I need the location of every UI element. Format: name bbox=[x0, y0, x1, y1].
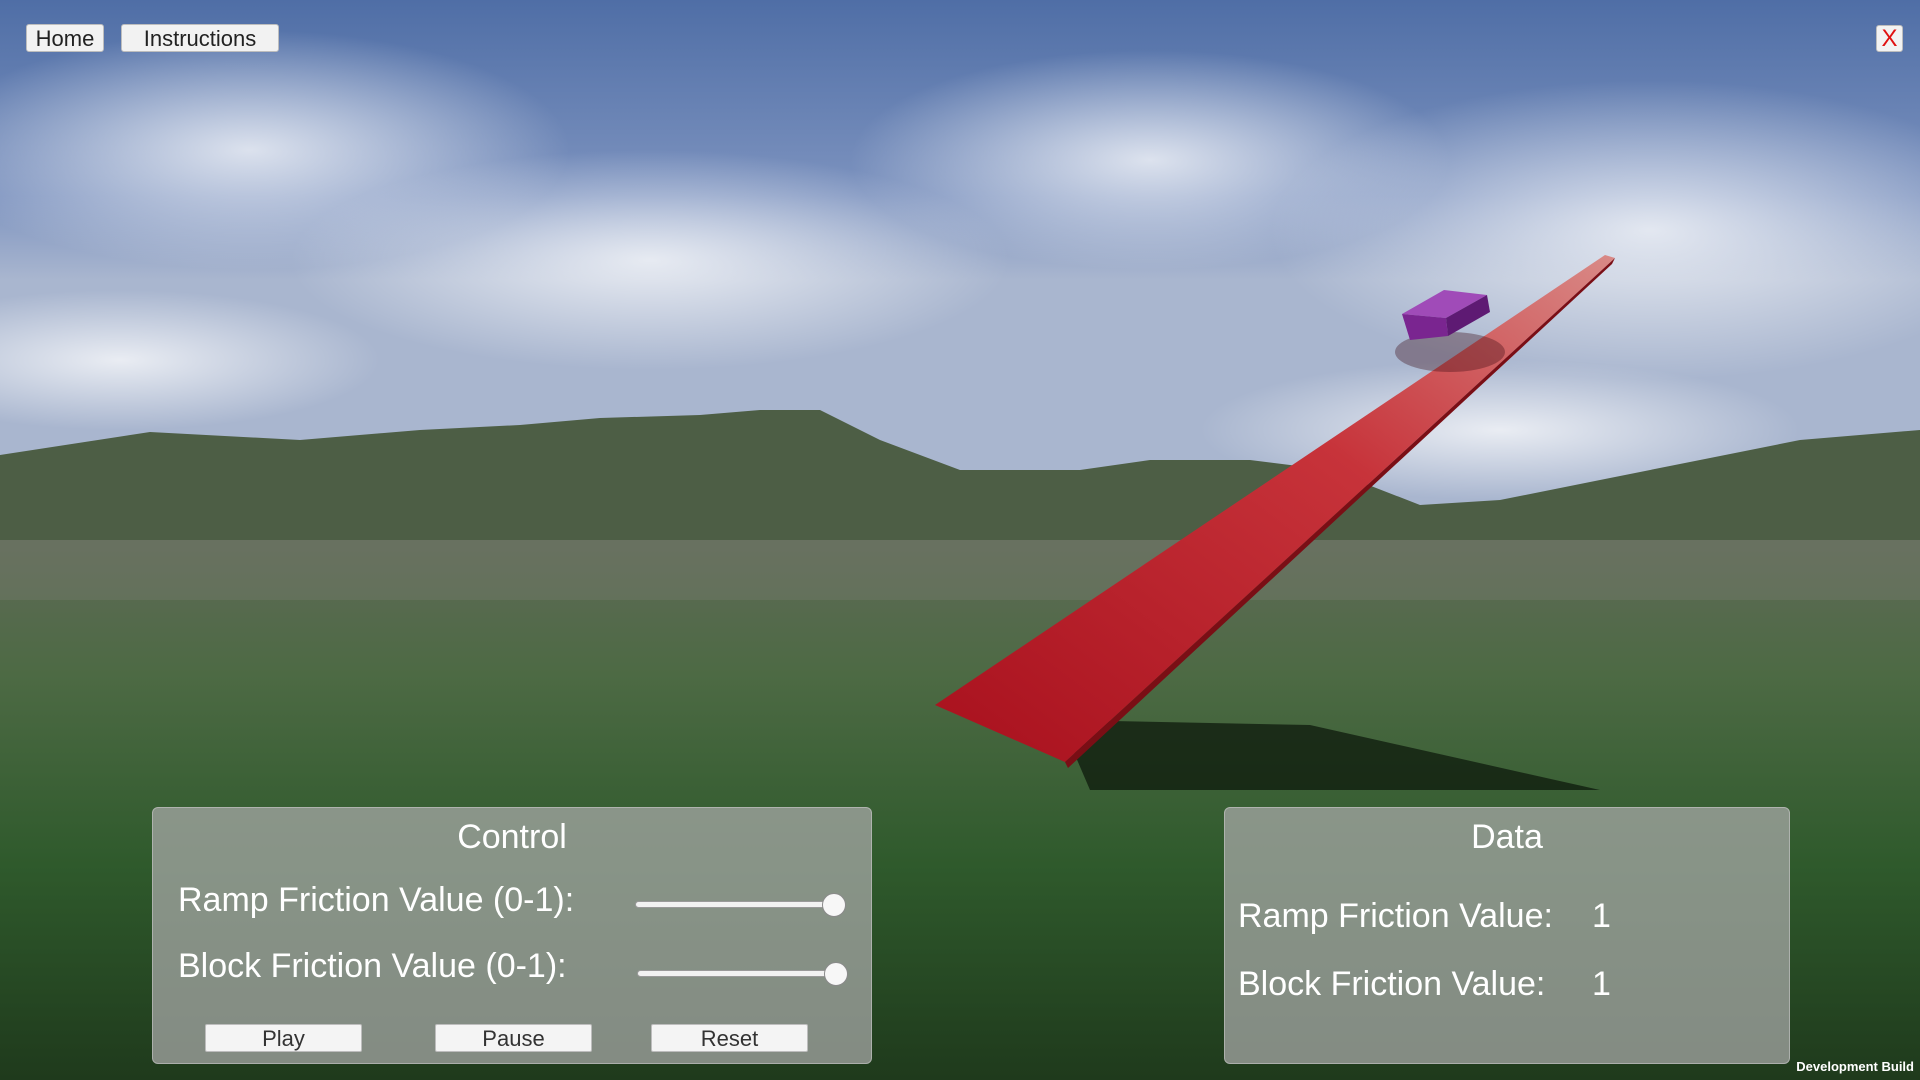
reset-button[interactable]: Reset bbox=[651, 1024, 808, 1052]
ramp-friction-readout-value: 1 bbox=[1592, 897, 1611, 935]
block-friction-readout-label: Block Friction Value: bbox=[1238, 965, 1546, 1003]
control-panel: Control Ramp Friction Value (0-1): Block… bbox=[152, 807, 872, 1064]
block-friction-readout-value: 1 bbox=[1592, 965, 1611, 1003]
instructions-button[interactable]: Instructions bbox=[121, 24, 279, 52]
ramp-friction-slider-label: Ramp Friction Value (0-1): bbox=[178, 881, 575, 919]
block-friction-slider-label: Block Friction Value (0-1): bbox=[178, 947, 567, 985]
pause-button[interactable]: Pause bbox=[435, 1024, 592, 1052]
ramp-friction-readout-label: Ramp Friction Value: bbox=[1238, 897, 1553, 935]
close-button[interactable]: X bbox=[1876, 25, 1903, 52]
ramp-friction-slider-thumb[interactable] bbox=[822, 893, 846, 917]
development-build-label: Development Build bbox=[1796, 1059, 1914, 1074]
block-friction-slider-thumb[interactable] bbox=[824, 962, 848, 986]
block-friction-slider[interactable] bbox=[637, 962, 848, 986]
data-panel-title: Data bbox=[1471, 818, 1543, 856]
home-button[interactable]: Home bbox=[26, 24, 104, 52]
control-panel-title: Control bbox=[457, 818, 567, 856]
ramp-friction-slider[interactable] bbox=[635, 893, 846, 917]
data-panel: Data Ramp Friction Value: 1 Block Fricti… bbox=[1224, 807, 1790, 1064]
play-button[interactable]: Play bbox=[205, 1024, 362, 1052]
